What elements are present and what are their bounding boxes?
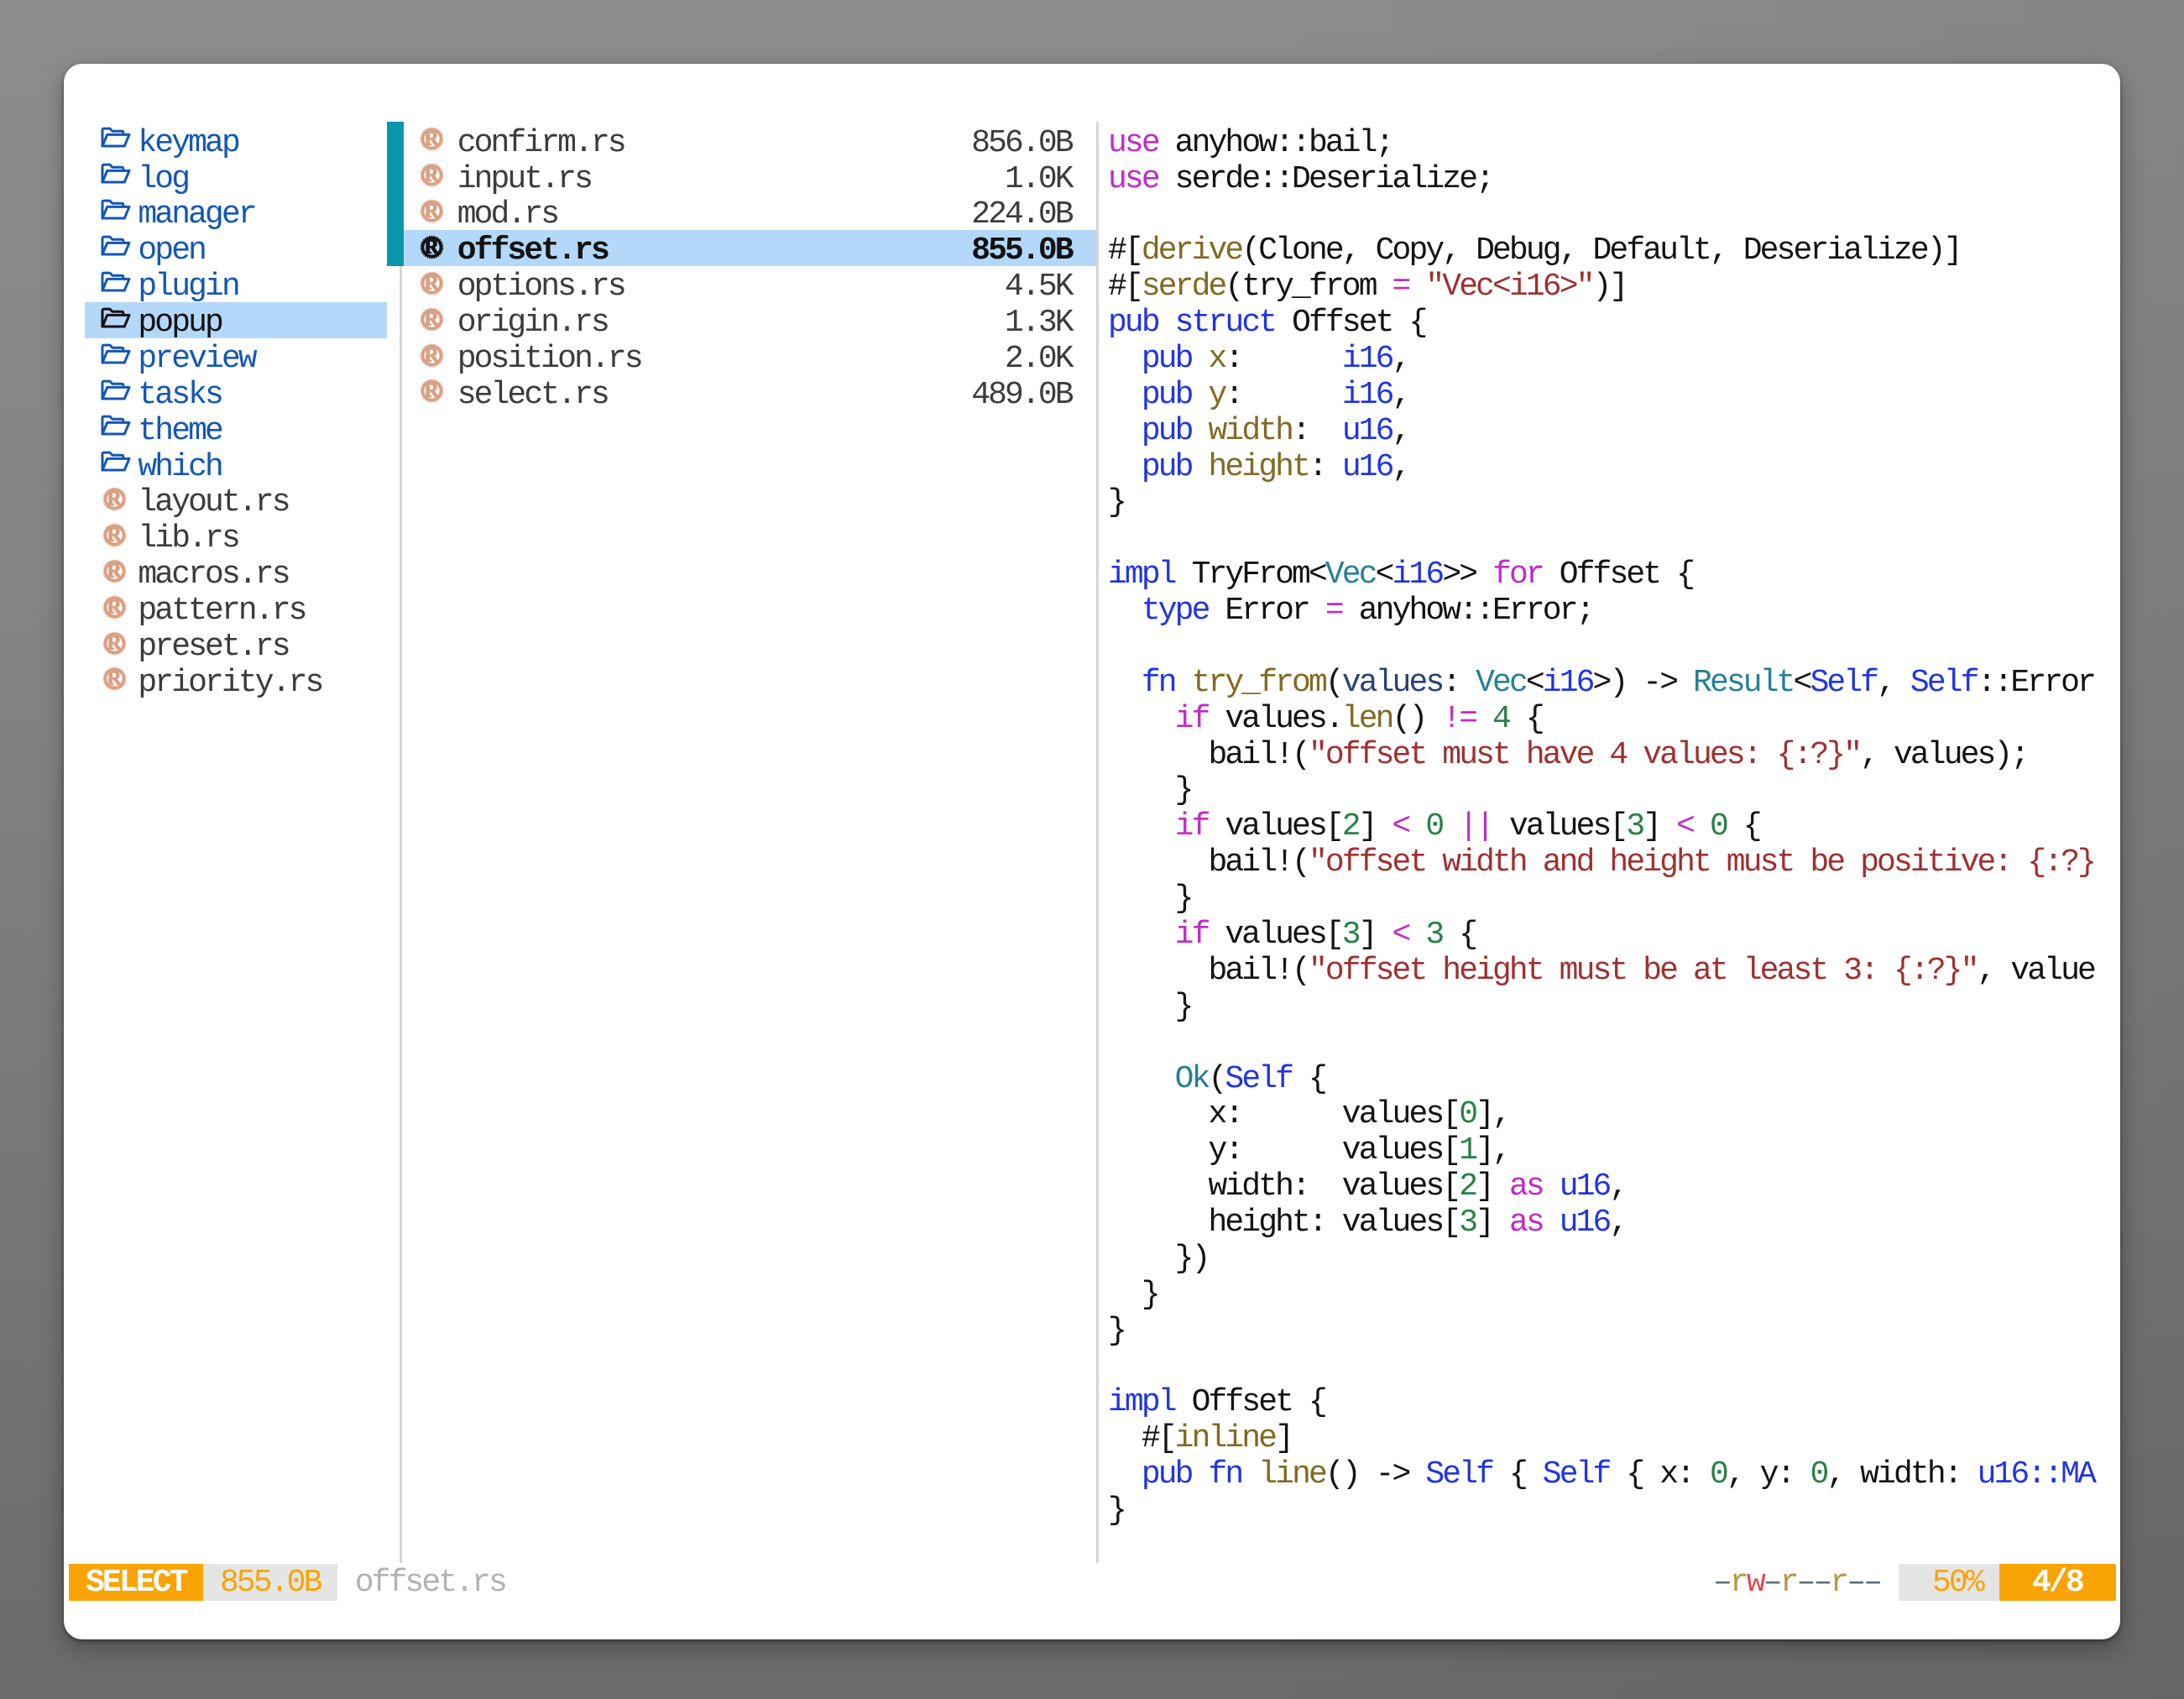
svg-text:R: R bbox=[107, 631, 122, 653]
svg-text:R: R bbox=[424, 128, 439, 149]
svg-text:R: R bbox=[424, 200, 439, 222]
svg-text:R: R bbox=[424, 379, 439, 401]
svg-text:R: R bbox=[107, 560, 122, 582]
svg-text:R: R bbox=[424, 236, 439, 258]
svg-text:R: R bbox=[107, 488, 122, 510]
svg-text:R: R bbox=[107, 667, 122, 689]
svg-text:R: R bbox=[424, 164, 439, 186]
svg-text:R: R bbox=[107, 595, 122, 617]
svg-text:R: R bbox=[424, 272, 439, 294]
svg-text:R: R bbox=[424, 307, 439, 329]
svg-text:R: R bbox=[424, 343, 439, 365]
svg-text:R: R bbox=[107, 524, 122, 546]
